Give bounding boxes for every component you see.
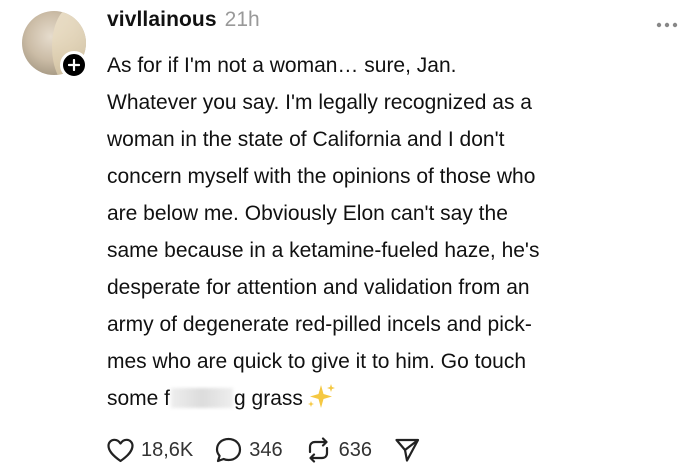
plus-icon xyxy=(68,59,80,71)
post-text-line: army of degenerate red-pilled incels and… xyxy=(107,313,532,336)
repost-count: 636 xyxy=(338,438,373,461)
post-text-line: are below me. Obviously Elon can't say t… xyxy=(107,202,508,225)
last-line-end: g grass xyxy=(234,387,303,410)
post-text-line: mes who are quick to give it to him. Go … xyxy=(107,350,527,373)
censor-blur xyxy=(171,388,234,408)
repost-icon xyxy=(308,437,328,463)
more-options-button[interactable] xyxy=(656,15,678,33)
post-text-line: As for if I'm not a woman… sure, Jan. xyxy=(107,54,457,77)
post-text-line: woman in the state of California and I d… xyxy=(107,128,505,151)
comment-icon xyxy=(216,437,242,463)
repost-button[interactable]: 636 xyxy=(305,437,372,463)
post-text-last-line: some f g grass xyxy=(107,380,682,417)
sparkles-icon xyxy=(307,384,335,408)
post-header: vivllainous 21h xyxy=(107,8,260,32)
timestamp: 21h xyxy=(224,8,260,31)
more-options-icon xyxy=(656,22,678,28)
reply-button[interactable]: 346 xyxy=(215,437,283,463)
post-text-line: concern myself with the opinions of thos… xyxy=(107,165,536,188)
post-text-line: same because in a ketamine-fueled haze, … xyxy=(107,239,540,262)
last-line-start: some f xyxy=(107,387,171,410)
post-text: As for if I'm not a woman… sure, Jan. Wh… xyxy=(107,47,682,417)
heart-icon xyxy=(107,438,134,462)
like-count: 18,6K xyxy=(141,438,194,461)
post-text-line: desperate for attention and validation f… xyxy=(107,276,530,299)
post-text-line: Whatever you say. I'm legally recognized… xyxy=(107,91,532,114)
post-actions: 18,6K 346 636 xyxy=(107,437,442,463)
username[interactable]: vivllainous xyxy=(107,8,217,32)
like-button[interactable]: 18,6K xyxy=(107,438,193,463)
reply-count: 346 xyxy=(249,438,283,461)
share-button[interactable] xyxy=(394,437,420,463)
send-icon xyxy=(395,438,420,462)
follow-button[interactable] xyxy=(60,51,88,79)
